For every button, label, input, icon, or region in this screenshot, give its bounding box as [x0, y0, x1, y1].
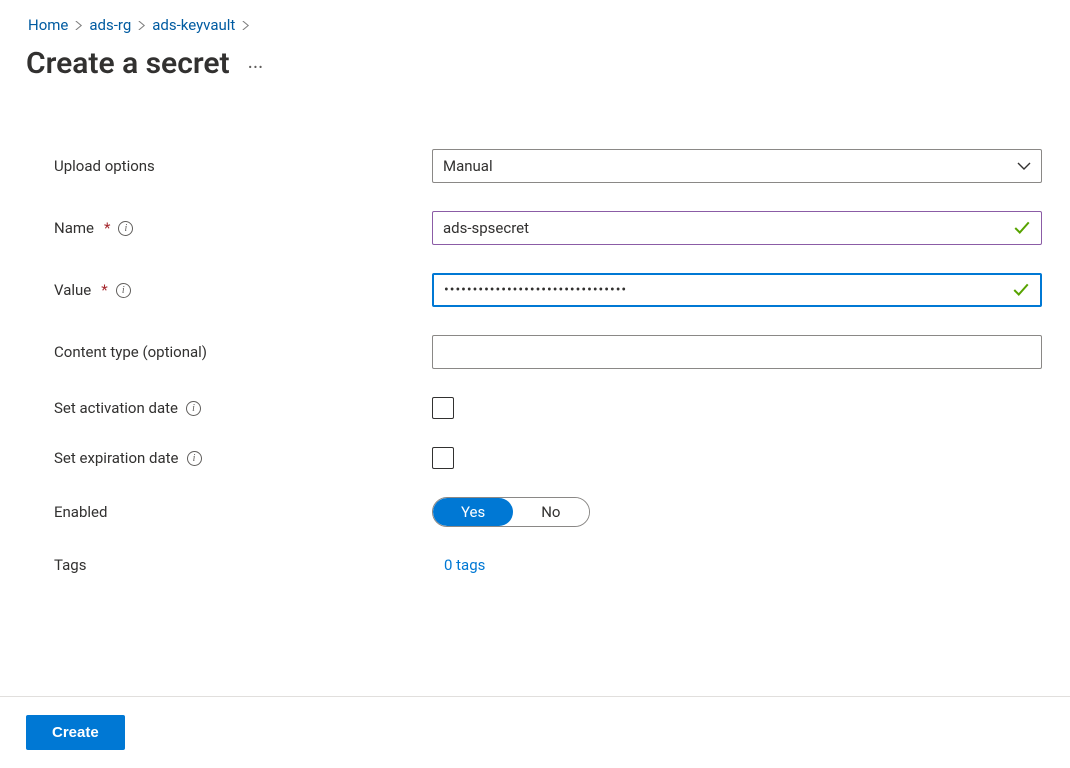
label-expiration: Set expiration date	[54, 449, 179, 467]
info-icon[interactable]: i	[116, 283, 131, 298]
row-value: Value * i ••••••••••••••••••••••••••••••…	[54, 273, 1042, 307]
info-icon[interactable]: i	[186, 401, 201, 416]
check-icon	[1013, 219, 1031, 237]
label-name: Name	[54, 219, 94, 237]
create-button[interactable]: Create	[26, 715, 125, 750]
breadcrumb-home[interactable]: Home	[28, 16, 68, 34]
label-content-type: Content type (optional)	[54, 343, 207, 361]
breadcrumb-keyvault[interactable]: ads-keyvault	[152, 16, 235, 34]
more-icon[interactable]: ···	[248, 49, 264, 79]
name-input[interactable]	[443, 219, 1013, 237]
label-activation: Set activation date	[54, 399, 178, 417]
value-input-wrap: ••••••••••••••••••••••••••••••••	[432, 273, 1042, 307]
name-input-wrap	[432, 211, 1042, 245]
upload-options-select[interactable]: Manual	[432, 149, 1042, 183]
page-title: Create a secret	[26, 46, 230, 81]
chevron-right-icon	[137, 21, 146, 30]
chevron-right-icon	[74, 21, 83, 30]
label-upload-options: Upload options	[54, 157, 155, 175]
breadcrumb-rg[interactable]: ads-rg	[89, 16, 131, 34]
required-asterisk: *	[104, 219, 110, 237]
upload-options-value: Manual	[443, 157, 493, 175]
expiration-checkbox[interactable]	[432, 447, 454, 469]
info-icon[interactable]: i	[187, 451, 202, 466]
row-upload-options: Upload options Manual	[54, 149, 1042, 183]
row-tags: Tags 0 tags	[54, 555, 1042, 574]
chevron-down-icon	[1017, 159, 1031, 173]
row-content-type: Content type (optional)	[54, 335, 1042, 369]
content-type-input-wrap	[432, 335, 1042, 369]
enabled-toggle[interactable]: Yes No	[432, 497, 590, 527]
row-name: Name * i	[54, 211, 1042, 245]
breadcrumb: Home ads-rg ads-keyvault	[0, 0, 1070, 42]
row-enabled: Enabled Yes No	[54, 497, 1042, 527]
tags-link[interactable]: 0 tags	[432, 556, 485, 574]
row-activation: Set activation date i	[54, 397, 1042, 419]
enabled-no[interactable]: No	[513, 498, 588, 526]
info-icon[interactable]: i	[118, 221, 133, 236]
label-tags: Tags	[54, 556, 86, 574]
footer: Create	[0, 696, 1070, 750]
content-type-input[interactable]	[443, 343, 1031, 361]
row-expiration: Set expiration date i	[54, 447, 1042, 469]
label-value: Value	[54, 281, 91, 299]
chevron-right-icon	[241, 21, 250, 30]
value-input[interactable]: ••••••••••••••••••••••••••••••••	[444, 282, 1012, 298]
enabled-yes[interactable]: Yes	[433, 498, 513, 526]
page-title-row: Create a secret ···	[0, 42, 1070, 81]
check-icon	[1012, 281, 1030, 299]
required-asterisk: *	[101, 281, 107, 299]
activation-checkbox[interactable]	[432, 397, 454, 419]
create-secret-form: Upload options Manual Name * i Value * i	[0, 81, 1070, 574]
label-enabled: Enabled	[54, 503, 107, 521]
